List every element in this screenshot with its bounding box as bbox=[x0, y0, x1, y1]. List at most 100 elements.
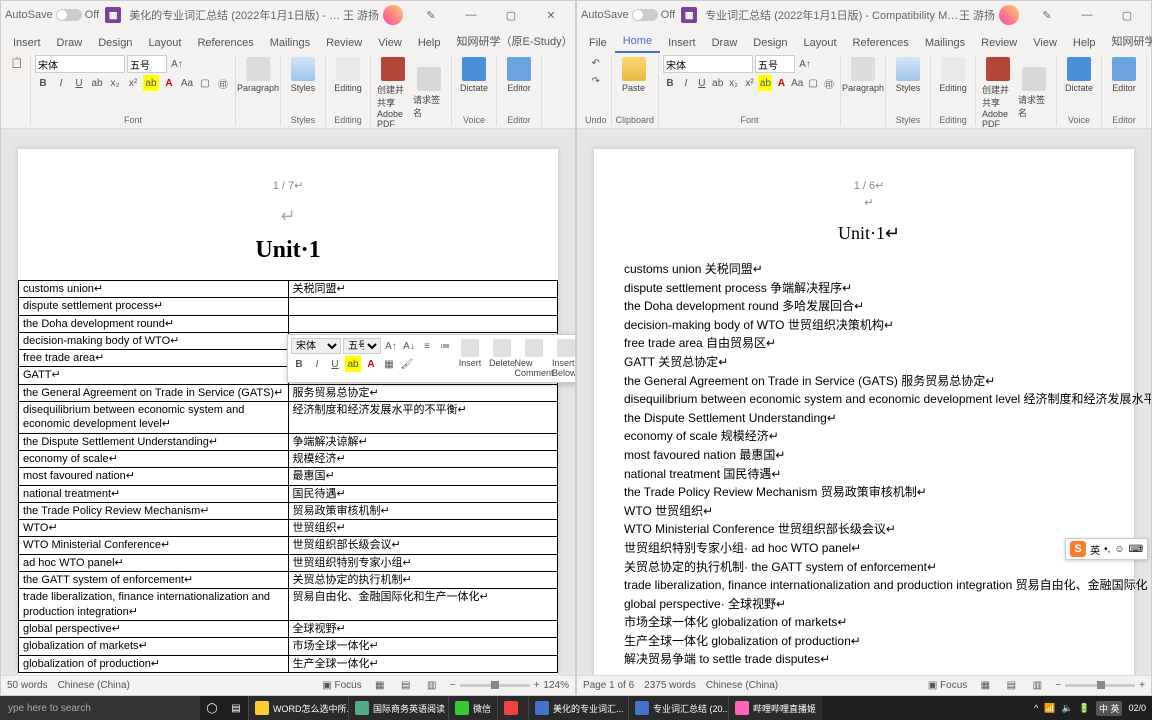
tab-cnki[interactable]: 知网研学（原E-Study） bbox=[448, 29, 580, 53]
styles-button[interactable]: Styles bbox=[890, 55, 926, 95]
list-item[interactable]: customs union 关税同盟↵ bbox=[624, 260, 1114, 279]
tab-mailings[interactable]: Mailings bbox=[917, 33, 973, 53]
grow-font-icon[interactable]: A↑ bbox=[797, 56, 813, 72]
mini-grow-icon[interactable]: A↑ bbox=[383, 338, 399, 354]
tab-view[interactable]: View bbox=[370, 33, 410, 53]
tab-draw[interactable]: Draw bbox=[704, 33, 746, 53]
table-cell[interactable]: 经济制度和经济发展水平的不平衡↵ bbox=[288, 402, 558, 434]
list-item[interactable]: decision-making body of WTO 世贸组织决策机构↵ bbox=[624, 316, 1114, 335]
table-row[interactable]: customs union↵关税同盟↵ bbox=[19, 281, 558, 298]
tray-time[interactable]: 02/0 bbox=[1128, 703, 1146, 713]
table-cell[interactable]: most favoured nation↵ bbox=[19, 468, 289, 485]
zoom-slider[interactable] bbox=[460, 684, 530, 687]
table-row[interactable]: global perspective↵全球视野↵ bbox=[19, 620, 558, 637]
table-row[interactable]: most favoured nation↵最惠国↵ bbox=[19, 468, 558, 485]
table-cell[interactable]: globalization of markets↵ bbox=[19, 638, 289, 655]
task-item[interactable]: 哔哩哔哩直播姬 bbox=[728, 696, 822, 720]
superscript-button[interactable]: x² bbox=[125, 75, 141, 91]
tab-view[interactable]: View bbox=[1025, 33, 1065, 53]
table-cell[interactable]: customs union↵ bbox=[19, 281, 289, 298]
font-size-select[interactable] bbox=[127, 55, 167, 73]
editing-button[interactable]: Editing bbox=[330, 55, 366, 95]
word-count[interactable]: 2375 words bbox=[644, 680, 696, 691]
sogou-icon[interactable]: S bbox=[1070, 541, 1086, 557]
view-read-icon[interactable]: ▤ bbox=[1003, 678, 1019, 694]
view-web-icon[interactable]: ▥ bbox=[1029, 678, 1045, 694]
styles-button[interactable]: Styles bbox=[285, 55, 321, 95]
view-web-icon[interactable]: ▥ bbox=[424, 678, 440, 694]
mini-shrink-icon[interactable]: A↓ bbox=[401, 338, 417, 354]
ime-punct-icon[interactable]: •, bbox=[1104, 544, 1110, 555]
mini-bold-button[interactable]: B bbox=[291, 356, 307, 372]
table-cell[interactable]: 市场全球一体化↵ bbox=[288, 638, 558, 655]
tab-layout[interactable]: Layout bbox=[796, 33, 845, 53]
border-button[interactable]: ▢ bbox=[806, 75, 820, 91]
font-name-select[interactable] bbox=[35, 55, 125, 73]
subscript-button[interactable]: x₂ bbox=[107, 75, 123, 91]
superscript-button[interactable]: x² bbox=[743, 75, 757, 91]
table-cell[interactable]: ad hoc WTO panel↵ bbox=[19, 554, 289, 571]
mini-paint-button[interactable]: 🖌 bbox=[399, 356, 415, 372]
ime-emoji-icon[interactable]: ☺ bbox=[1114, 544, 1124, 555]
table-row[interactable]: the General Agreement on Trade in Servic… bbox=[19, 384, 558, 401]
table-row[interactable]: economy of scale↵规模经济↵ bbox=[19, 450, 558, 467]
ruby-button[interactable]: Aa bbox=[790, 75, 804, 91]
table-cell[interactable]: trade liberalization, finance internatio… bbox=[19, 589, 289, 621]
minimize-button[interactable]: — bbox=[451, 1, 491, 29]
tab-insert[interactable]: Insert bbox=[5, 33, 49, 53]
table-row[interactable]: globalization of production↵生产全球一体化↵ bbox=[19, 655, 558, 672]
list-item[interactable]: WTO Ministerial Conference 世贸组织部长级会议↵ bbox=[624, 520, 1114, 539]
zoom-in-icon[interactable]: + bbox=[534, 680, 540, 691]
mini-insert-button[interactable]: Insert bbox=[455, 338, 485, 369]
task-item[interactable]: 国际商务英语阅读 bbox=[348, 696, 448, 720]
tab-review[interactable]: Review bbox=[973, 33, 1025, 53]
table-cell[interactable]: 全球视野↵ bbox=[288, 620, 558, 637]
tray-chevron-icon[interactable]: ^ bbox=[1034, 703, 1038, 713]
task-item[interactable]: 微信 bbox=[448, 696, 497, 720]
table-cell[interactable]: disequilibrium between economic system a… bbox=[19, 402, 289, 434]
mini-insert-below-button[interactable]: Insert Below bbox=[551, 338, 575, 379]
table-row[interactable]: WTO↵世贸组织↵ bbox=[19, 520, 558, 537]
zoom-out-icon[interactable]: − bbox=[450, 680, 456, 691]
mini-size-select[interactable]: 五号 bbox=[343, 338, 381, 354]
table-row[interactable]: globalization of markets↵市场全球一体化↵ bbox=[19, 638, 558, 655]
autosave-toggle[interactable]: AutoSave Off bbox=[581, 9, 675, 21]
underline-button[interactable]: U bbox=[71, 75, 87, 91]
table-cell[interactable]: 世贸组织部长级会议↵ bbox=[288, 537, 558, 554]
table-cell[interactable]: 世贸组织特别专家小组↵ bbox=[288, 554, 558, 571]
mini-fontcolor-button[interactable]: A bbox=[363, 356, 379, 372]
mini-font-select[interactable]: 宋体 bbox=[291, 338, 341, 354]
table-cell[interactable]: decision-making body of WTO↵ bbox=[19, 332, 289, 349]
dictate-button[interactable]: Dictate bbox=[456, 55, 492, 95]
autosave-switch[interactable] bbox=[632, 9, 658, 21]
table-cell[interactable]: dispute settlement process↵ bbox=[19, 298, 289, 315]
strikethrough-button[interactable]: ab bbox=[89, 75, 105, 91]
start-button[interactable]: ◯ bbox=[200, 696, 224, 720]
table-cell[interactable]: 贸易政策审核机制↵ bbox=[288, 502, 558, 519]
paragraph-button[interactable]: Paragraph bbox=[845, 55, 881, 95]
table-cell[interactable]: 争端解决谅解↵ bbox=[288, 433, 558, 450]
list-item[interactable]: most favoured nation 最惠国↵ bbox=[624, 446, 1114, 465]
user-account[interactable]: 王 游扬 bbox=[343, 5, 403, 25]
table-cell[interactable]: 贸易自由化、金融国际化和生产一体化↵ bbox=[288, 589, 558, 621]
document-area-right[interactable]: 1 / 6↵ ↵ Unit·1↵ customs union 关税同盟↵disp… bbox=[577, 129, 1151, 675]
tray-ime[interactable]: 中 英 bbox=[1096, 701, 1123, 716]
request-sign-button[interactable]: 请求签名 bbox=[1016, 55, 1052, 129]
save-icon[interactable]: ▦ bbox=[105, 7, 121, 23]
mini-new-comment-button[interactable]: New Comment bbox=[519, 338, 549, 379]
task-item[interactable]: WORD怎么选中所... bbox=[248, 696, 348, 720]
tab-design[interactable]: Design bbox=[745, 33, 795, 53]
zoom-control[interactable]: − + 124% bbox=[450, 680, 569, 691]
list-item[interactable]: 生产全球一体化 globalization of production↵ bbox=[624, 632, 1114, 651]
table-row[interactable]: the Dispute Settlement Understanding↵争端解… bbox=[19, 433, 558, 450]
request-sign-button[interactable]: 请求签名 bbox=[411, 55, 447, 129]
underline-button[interactable]: U bbox=[695, 75, 709, 91]
highlight-button[interactable]: ab bbox=[143, 75, 159, 91]
draw-icon[interactable]: ✎ bbox=[1027, 1, 1067, 29]
table-row[interactable]: ad hoc WTO panel↵世贸组织特别专家小组↵ bbox=[19, 554, 558, 571]
tray-wifi-icon[interactable]: 📶 bbox=[1044, 703, 1055, 714]
table-cell[interactable]: the Trade Policy Review Mechanism↵ bbox=[19, 502, 289, 519]
ime-float-bar[interactable]: S 英 •, ☺ ⌨ bbox=[1065, 538, 1148, 560]
mini-italic-button[interactable]: I bbox=[309, 356, 325, 372]
maximize-button[interactable]: ▢ bbox=[1107, 1, 1147, 29]
